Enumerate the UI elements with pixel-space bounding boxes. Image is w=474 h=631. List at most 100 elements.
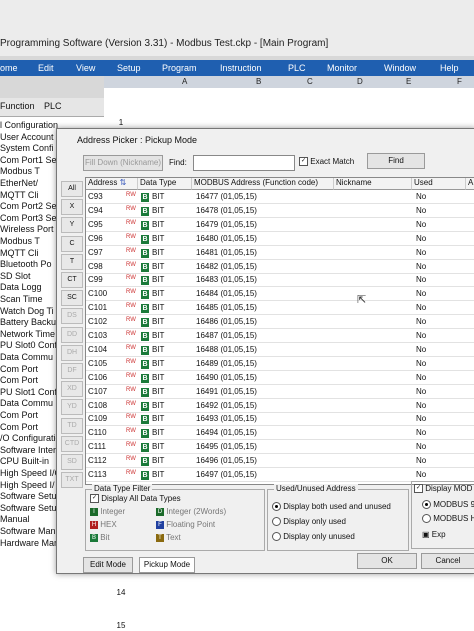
cell-nickname[interactable] <box>336 470 410 480</box>
cell-nickname[interactable] <box>336 456 410 466</box>
header-data-type[interactable]: Data Type <box>138 178 192 190</box>
tree-item[interactable]: Data Commu <box>0 398 53 409</box>
cell-nickname[interactable] <box>336 414 410 424</box>
table-row[interactable]: C109 RW B BIT 16493 (01,05,15) No <box>86 413 474 427</box>
cancel-button[interactable]: Cancel <box>421 553 474 569</box>
display-all-types-checkbox[interactable]: ✓ Display All Data Types <box>90 494 181 504</box>
cell-nickname[interactable] <box>336 289 410 299</box>
cell-nickname[interactable] <box>336 206 410 216</box>
radio-modbus-984[interactable]: MODBUS 98 <box>422 500 474 510</box>
table-row[interactable]: C105 RW B BIT 16489 (01,05,15) No <box>86 358 474 371</box>
tree-item[interactable]: l Configuration <box>0 120 58 131</box>
find-input[interactable] <box>193 155 295 171</box>
cell-nickname[interactable] <box>336 192 410 202</box>
header-used[interactable]: Used <box>412 178 466 190</box>
address-table[interactable]: Address ⇅ Data Type MODBUS Address (Func… <box>85 177 474 485</box>
filter-button-ds[interactable]: DS <box>61 308 83 325</box>
table-row[interactable]: C102 RW B BIT 16486 (01,05,15) No <box>86 316 474 330</box>
tree-item[interactable]: Software Inter <box>0 445 56 456</box>
cell-nickname[interactable] <box>336 234 410 244</box>
menu-plc[interactable]: PLC <box>288 63 306 73</box>
radio-unused[interactable]: Display only unused <box>272 532 355 542</box>
tree-item[interactable]: Com Port2 Se <box>0 201 57 212</box>
menu-program[interactable]: Program <box>162 63 197 73</box>
tree-item[interactable]: PU Slot0 Config <box>0 340 64 351</box>
tree-item[interactable]: Software Setup <box>0 503 62 514</box>
table-row[interactable]: C106 RW B BIT 16490 (01,05,15) No <box>86 372 474 385</box>
cell-nickname[interactable] <box>336 442 410 452</box>
filter-button-t[interactable]: T <box>61 253 83 270</box>
menu-edit[interactable]: Edit <box>38 63 54 73</box>
find-button[interactable]: Find <box>367 153 425 169</box>
tree-item[interactable]: CPU Built-in <box>0 456 49 467</box>
tree-item[interactable]: Com Port3 Se <box>0 213 57 224</box>
filter-button-dh[interactable]: DH <box>61 344 83 361</box>
tab-function[interactable]: Function <box>0 101 35 111</box>
header-extra[interactable]: A <box>466 178 474 190</box>
table-row[interactable]: C95 RW B BIT 16479 (01,05,15) No <box>86 219 474 232</box>
exact-match-checkbox[interactable]: ✓ Exact Match <box>299 157 354 167</box>
cell-nickname[interactable] <box>336 373 410 383</box>
tree-item[interactable]: Modbus T <box>0 166 40 177</box>
table-row[interactable]: C101 RW B BIT 16485 (01,05,15) No <box>86 302 474 316</box>
table-row[interactable]: C97 RW B BIT 16481 (01,05,15) No <box>86 247 474 260</box>
filter-button-ctd[interactable]: CTD <box>61 435 83 452</box>
table-row[interactable]: C108 RW B BIT 16492 (01,05,15) No <box>86 400 474 413</box>
table-row[interactable]: C96 RW B BIT 16480 (01,05,15) No <box>86 233 474 246</box>
tree-item[interactable]: Modbus T <box>0 236 40 247</box>
tree-item[interactable]: Network Time <box>0 329 55 340</box>
menu-window[interactable]: Window <box>384 63 416 73</box>
filter-button-all[interactable]: All <box>61 181 83 197</box>
filter-button-dd[interactable]: DD <box>61 326 83 343</box>
export-button[interactable]: ▣ Exp <box>422 530 446 539</box>
tree-item[interactable]: Software Setup <box>0 491 62 502</box>
filter-button-yd[interactable]: YD <box>61 399 83 416</box>
tree-item[interactable]: High Speed I/ <box>0 480 55 491</box>
ok-button[interactable]: OK <box>357 553 417 569</box>
tree-item[interactable]: Wireless Port <box>0 224 54 235</box>
display-modbus-checkbox[interactable]: ✓ Display MOD <box>414 484 472 494</box>
table-row[interactable]: C107 RW B BIT 16491 (01,05,15) No <box>86 386 474 399</box>
cell-nickname[interactable] <box>336 220 410 230</box>
radio-used[interactable]: Display only used <box>272 517 346 527</box>
table-row[interactable]: C110 RW B BIT 16494 (01,05,15) No <box>86 427 474 441</box>
cell-nickname[interactable] <box>336 275 410 285</box>
table-row[interactable]: C112 RW B BIT 16496 (01,05,15) No <box>86 455 474 469</box>
tree-item[interactable]: Data Commu <box>0 352 53 363</box>
tree-item[interactable]: System Confi <box>0 143 54 154</box>
tab-plc[interactable]: PLC <box>44 101 62 111</box>
pickup-mode-button[interactable]: Pickup Mode <box>139 557 195 573</box>
tree-item[interactable]: Com Port <box>0 375 38 386</box>
tree-item[interactable]: SD Slot <box>0 271 31 282</box>
cell-nickname[interactable] <box>336 345 410 355</box>
menu-home[interactable]: ome <box>0 63 18 73</box>
edit-mode-button[interactable]: Edit Mode <box>83 557 133 573</box>
filter-button-xd[interactable]: XD <box>61 381 83 398</box>
cell-nickname[interactable] <box>336 331 410 341</box>
menu-view[interactable]: View <box>76 63 95 73</box>
tree-item[interactable]: Com Port1 Se <box>0 155 57 166</box>
tree-item[interactable]: Bluetooth Po <box>0 259 52 270</box>
table-row[interactable]: C100 RW B BIT 16484 (01,05,15) No <box>86 288 474 302</box>
cell-nickname[interactable] <box>336 317 410 327</box>
cell-nickname[interactable] <box>336 248 410 258</box>
filter-button-sc[interactable]: SC <box>61 290 83 307</box>
filter-button-td[interactable]: TD <box>61 417 83 434</box>
filter-button-txt[interactable]: TXT <box>61 472 83 489</box>
filter-button-y[interactable]: Y <box>61 217 83 234</box>
filter-button-sd[interactable]: SD <box>61 454 83 470</box>
header-modbus-address[interactable]: MODBUS Address (Function code) <box>192 178 334 190</box>
filter-button-c[interactable]: C <box>61 235 83 252</box>
table-row[interactable]: C104 RW B BIT 16488 (01,05,15) No <box>86 344 474 357</box>
tree-item[interactable]: PU Slot1 Config <box>0 387 64 398</box>
menu-monitor[interactable]: Monitor <box>327 63 357 73</box>
cell-nickname[interactable] <box>336 387 410 397</box>
menu-setup[interactable]: Setup <box>117 63 141 73</box>
tree-item[interactable]: Com Port <box>0 422 38 433</box>
tree-item[interactable]: Scan Time <box>0 294 43 305</box>
tree-item[interactable]: MQTT Cli <box>0 248 38 259</box>
tree-item[interactable]: EtherNet/ <box>0 178 38 189</box>
tree-item[interactable]: Com Port <box>0 410 38 421</box>
cell-nickname[interactable] <box>336 401 410 411</box>
tree-item[interactable]: Com Port <box>0 364 38 375</box>
